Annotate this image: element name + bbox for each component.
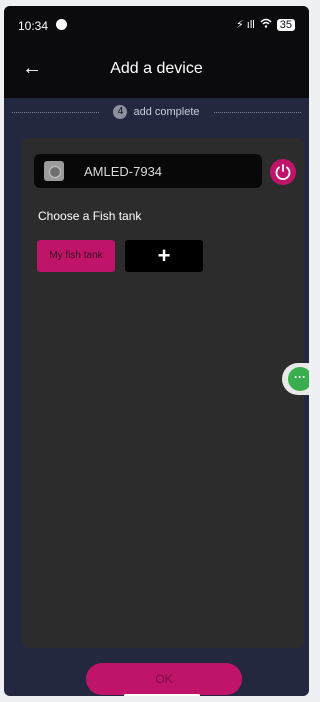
step-indicator: 4 add complete (4, 104, 309, 120)
choose-tank-label: Choose a Fish tank (38, 209, 142, 223)
battery-icon: 35 (276, 18, 295, 31)
tank-my-fish-tank-button[interactable]: My fish tank (37, 240, 115, 272)
power-button[interactable] (270, 159, 296, 185)
notification-icon (56, 19, 67, 30)
step-label: add complete (133, 106, 200, 118)
wifi-icon (260, 18, 272, 31)
page-title: Add a device (110, 60, 203, 77)
signal-icon: ⚡ ıll (236, 19, 255, 31)
divider-right (213, 111, 302, 113)
device-card: AMLED-7934 (34, 154, 262, 188)
header: ← Add a device (4, 52, 309, 86)
divider-left (12, 111, 100, 113)
status-icons: ⚡ ıll 35 (236, 18, 295, 31)
add-tank-button[interactable]: + (125, 240, 203, 272)
ok-button[interactable]: OK (86, 663, 242, 695)
power-icon (275, 164, 291, 181)
home-indicator (124, 694, 200, 696)
content-panel: AMLED-7934 Choose a Fish tank My fish ta… (22, 138, 304, 648)
step-number: 4 (113, 105, 128, 119)
chat-fab-button[interactable]: ··· (282, 363, 309, 395)
device-name: AMLED-7934 (84, 164, 163, 179)
plus-icon: + (157, 243, 171, 268)
status-time: 10:34 (18, 19, 49, 33)
chat-icon: ··· (288, 367, 309, 391)
top-bar: 10:34 ⚡ ıll 35 ← Add a device (4, 6, 309, 98)
app-screen: 10:34 ⚡ ıll 35 ← Add a device 4 add comp… (4, 6, 309, 696)
device-thumbnail-icon (44, 161, 64, 181)
status-bar: 10:34 ⚡ ıll 35 (4, 14, 309, 38)
